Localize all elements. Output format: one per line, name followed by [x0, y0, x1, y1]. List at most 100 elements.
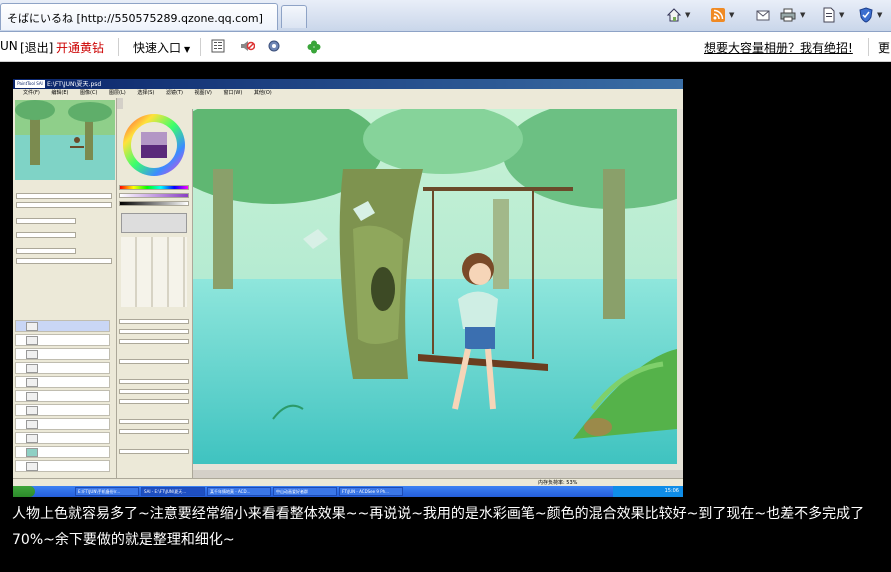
safety-button[interactable]: ▼: [858, 6, 882, 24]
taskbar-item[interactable]: 中山动画爱好者群: [273, 487, 337, 496]
field[interactable]: [119, 379, 189, 384]
menu-item: 编辑(E): [51, 90, 69, 96]
field[interactable]: [16, 218, 76, 224]
mail-icon: [756, 10, 770, 21]
chevron-down-icon: ▼: [184, 45, 191, 54]
user-name: UN: [0, 39, 18, 53]
open-vip-link[interactable]: 开通黄钻: [56, 39, 104, 56]
layer-item[interactable]: [15, 334, 110, 346]
layer-item[interactable]: [15, 362, 110, 374]
layer-item[interactable]: [15, 446, 110, 458]
painting-canvas[interactable]: [193, 109, 677, 464]
taskbar-item[interactable]: FT\JUN - ACDSee 9 Ph...: [339, 487, 403, 496]
slider-field[interactable]: [16, 202, 112, 208]
divider: [118, 38, 119, 56]
slider-field[interactable]: [16, 193, 112, 199]
gear-icon[interactable]: [267, 39, 281, 56]
sai-tool-panel: [117, 109, 193, 478]
field[interactable]: [119, 429, 189, 434]
print-icon: [780, 8, 796, 22]
chevron-down-icon: ▼: [877, 11, 883, 19]
mute-icon[interactable]: [239, 39, 256, 56]
chevron-down-icon: ▼: [839, 11, 845, 19]
app-logo: PaintTool SAI: [15, 80, 45, 88]
logout-link[interactable]: [退出]: [20, 39, 53, 56]
print-button[interactable]: ▼: [779, 6, 805, 24]
post-caption: 人物上色就容易多了~注意要经常缩小来看看整体效果~~再说说~我用的是水彩画笔~颜…: [12, 506, 865, 548]
hue-slider[interactable]: [119, 185, 189, 190]
new-tab-button[interactable]: [281, 5, 307, 28]
chevron-down-icon: ▼: [800, 11, 806, 19]
divider: [868, 38, 869, 56]
quick-entry-label: 快速入口: [133, 41, 182, 55]
taskbar-item[interactable]: E:\FT\JUN\手机备份\r...: [75, 487, 139, 496]
value-slider[interactable]: [119, 201, 189, 206]
divider: [200, 38, 201, 56]
menu-item: 滤镜(T): [165, 90, 183, 96]
rss-icon: [711, 8, 725, 22]
sai-window-title: E:\FT\JUN\夏天.psd: [47, 81, 102, 88]
saturation-slider[interactable]: [119, 193, 189, 198]
layer-item[interactable]: [15, 390, 110, 402]
start-button[interactable]: [13, 486, 35, 497]
album-promo-link[interactable]: 想要大容量相册？我有绝招!: [704, 39, 853, 56]
list-icon[interactable]: [211, 39, 225, 56]
chevron-down-icon: ▼: [685, 11, 691, 19]
menu-item: 图层(L): [109, 90, 126, 96]
safety-icon: [859, 7, 873, 23]
home-button[interactable]: ▼: [666, 6, 690, 24]
menu-item: 选择(S): [137, 90, 155, 96]
sai-menu-bar: 文件(F) 编辑(E) 图像(C) 图层(L) 选择(S) 滤镜(T) 视图(V…: [13, 89, 683, 98]
layer-item[interactable]: [15, 376, 110, 388]
color-wheel[interactable]: [119, 111, 189, 179]
system-tray: 15:06: [613, 486, 683, 497]
taskbar-item[interactable]: 某千年情地莫 - ACD...: [207, 487, 271, 496]
menu-item: 文件(F): [23, 90, 40, 96]
sai-screenshot-image[interactable]: PaintTool SAI E:\FT\JUN\夏天.psd 文件(F) 编辑(…: [13, 79, 683, 497]
quick-entry-menu[interactable]: 快速入口 ▼: [133, 39, 190, 56]
mail-button[interactable]: [755, 6, 771, 24]
layer-item[interactable]: [15, 418, 110, 430]
field[interactable]: [119, 339, 189, 344]
menu-item: 窗口(W): [223, 90, 243, 96]
home-icon: [666, 8, 682, 22]
clover-icon[interactable]: [306, 39, 322, 58]
layer-item[interactable]: [15, 432, 110, 444]
sai-left-panel: [13, 98, 117, 478]
layer-item[interactable]: [15, 348, 110, 360]
field[interactable]: [119, 359, 189, 364]
menu-item: 图像(C): [80, 90, 98, 96]
brush-tools-grid[interactable]: [121, 237, 187, 307]
browser-tab-bar: そばにいるね [http://550575289.qzone.qq.com] ▼…: [0, 0, 891, 32]
page-icon: [823, 7, 835, 23]
taskbar-item[interactable]: SAI - E:\FT\JUN\夏天...: [141, 487, 205, 496]
windows-taskbar: E:\FT\JUN\手机备份\r... SAI - E:\FT\JUN\夏天..…: [13, 486, 683, 497]
color-swatches[interactable]: [121, 213, 187, 233]
field[interactable]: [16, 258, 112, 264]
horizontal-scrollbar[interactable]: [193, 464, 677, 470]
menu-item: 视图(V): [194, 90, 212, 96]
navigator-thumbnail: [15, 100, 115, 180]
page-button[interactable]: ▼: [822, 6, 844, 24]
more-link[interactable]: 更: [878, 39, 890, 56]
layer-item[interactable]: [15, 404, 110, 416]
field[interactable]: [119, 419, 189, 424]
clock: 15:06: [664, 488, 679, 494]
field[interactable]: [119, 329, 189, 334]
field[interactable]: [16, 232, 76, 238]
sai-title-bar: PaintTool SAI E:\FT\JUN\夏天.psd: [13, 79, 683, 89]
feeds-button[interactable]: ▼: [710, 6, 734, 24]
layer-item[interactable]: [15, 320, 110, 332]
menu-item: 其他(O): [253, 90, 272, 96]
chevron-down-icon: ▼: [729, 11, 735, 19]
field[interactable]: [119, 319, 189, 324]
qzone-toolbar: UN [退出] 开通黄钻 快速入口 ▼ 想要大容量相册？我有绝招! 更: [0, 32, 891, 62]
field[interactable]: [16, 248, 76, 254]
tab-title: そばにいるね [http://550575289.qzone.qq.com]: [7, 12, 263, 25]
layer-item[interactable]: [15, 460, 110, 472]
browser-tab-active[interactable]: そばにいるね [http://550575289.qzone.qq.com]: [0, 3, 278, 30]
field[interactable]: [119, 389, 189, 394]
field[interactable]: [119, 449, 189, 454]
vertical-scrollbar[interactable]: [677, 109, 683, 470]
field[interactable]: [119, 399, 189, 404]
